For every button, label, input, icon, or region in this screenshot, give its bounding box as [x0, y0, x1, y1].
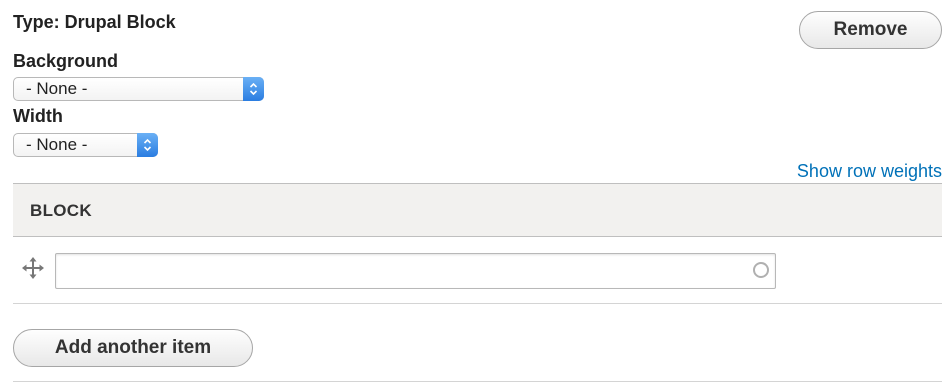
- bottom-divider: [13, 381, 942, 382]
- block-autocomplete-input[interactable]: [55, 253, 776, 289]
- background-select[interactable]: - None -: [13, 77, 264, 101]
- remove-button[interactable]: Remove: [799, 11, 942, 49]
- select-arrows-icon: [243, 77, 264, 101]
- table-header: BLOCK: [13, 183, 942, 237]
- throbber-circle-icon: [753, 262, 769, 278]
- background-select-value: - None -: [26, 79, 88, 98]
- table-row: [13, 238, 942, 304]
- width-select[interactable]: - None -: [13, 133, 158, 157]
- select-arrows-icon: [137, 133, 158, 157]
- block-column-header: BLOCK: [30, 201, 92, 220]
- background-label: Background: [13, 51, 119, 71]
- width-label: Width: [13, 106, 63, 126]
- add-another-item-button[interactable]: Add another item: [13, 329, 253, 367]
- width-select-value: - None -: [26, 135, 88, 154]
- show-row-weights-link[interactable]: Show row weights: [797, 161, 942, 182]
- move-cross-icon[interactable]: [22, 257, 44, 279]
- paragraph-type-label: Type: Drupal Block: [13, 12, 176, 32]
